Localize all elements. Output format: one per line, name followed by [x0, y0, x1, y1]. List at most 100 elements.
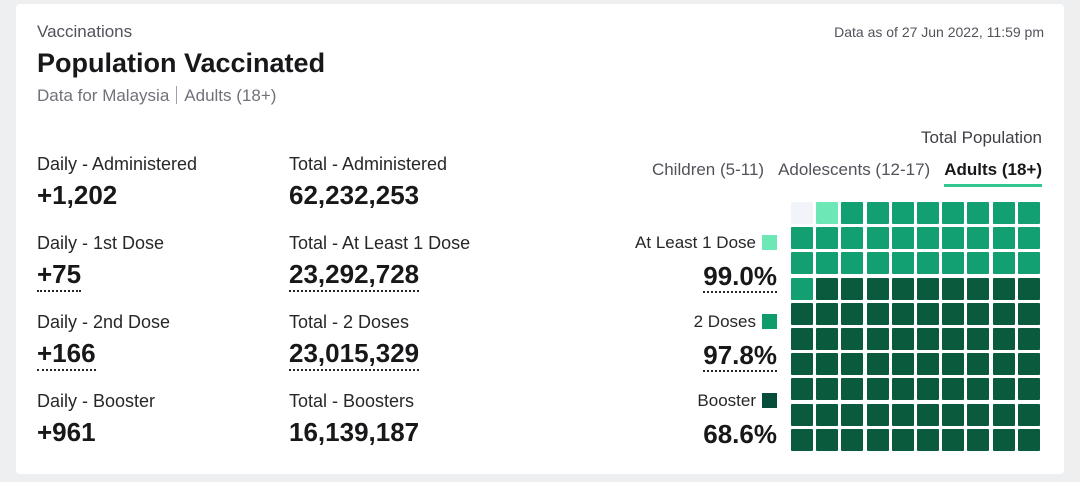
- waffle-cell-2-doses: [1017, 202, 1040, 224]
- waffle-cell-2-doses: [891, 202, 914, 224]
- stat-daily-booster: Daily - Booster +961: [37, 391, 155, 448]
- waffle-cell-booster: [942, 378, 965, 401]
- legend-at-least-1-dose: At Least 1 Dose 99.0%: [635, 233, 777, 293]
- stat-daily-2nd-dose: Daily - 2nd Dose +166: [37, 312, 170, 371]
- waffle-cell-2-doses: [992, 202, 1015, 224]
- waffle-cell-booster: [816, 428, 839, 451]
- waffle-cell-2-doses: [866, 202, 889, 224]
- waffle-cell-booster: [967, 428, 990, 451]
- waffle-cell-booster: [1017, 428, 1040, 451]
- legend-2-doses: 2 Doses 97.8%: [694, 312, 777, 372]
- waffle-cell-2-doses: [816, 227, 839, 250]
- waffle-cell-booster: [992, 353, 1015, 376]
- waffle-cell-booster: [916, 302, 939, 325]
- stat-label: Total - Boosters: [289, 391, 415, 411]
- stat-label: Daily - Administered: [37, 154, 198, 174]
- waffle-cell-booster: [841, 327, 864, 350]
- waffle-cell-booster: [967, 353, 990, 376]
- stat-label: Daily - Booster: [37, 391, 156, 411]
- waffle-cell-booster: [916, 277, 939, 300]
- waffle-cell-booster: [916, 378, 939, 401]
- waffle-cell-booster: [942, 327, 965, 350]
- waffle-cell-booster: [1017, 378, 1040, 401]
- waffle-cell-booster: [992, 403, 1015, 426]
- waffle-cell-booster: [866, 353, 889, 376]
- legend-value[interactable]: 99.0%: [703, 261, 777, 293]
- waffle-cell-2-doses: [967, 227, 990, 250]
- waffle-cell-2-doses: [916, 227, 939, 250]
- waffle-cell-2-doses: [967, 252, 990, 275]
- waffle-cell-booster: [916, 327, 939, 350]
- waffle-cell-booster: [967, 277, 990, 300]
- waffle-cell-2-doses: [916, 202, 939, 224]
- waffle-cell-2-doses: [1017, 227, 1040, 250]
- stat-label: Daily - 2nd Dose: [37, 312, 171, 332]
- waffle-cell-booster: [891, 353, 914, 376]
- waffle-cell-booster: [816, 378, 839, 401]
- waffle-cell-2-doses: [992, 227, 1015, 250]
- waffle-cell-booster: [891, 327, 914, 350]
- waffle-cell-booster: [891, 302, 914, 325]
- stat-label: Daily - 1st Dose: [37, 233, 165, 253]
- waffle-cell-booster: [891, 378, 914, 401]
- waffle-cell-booster: [791, 327, 813, 350]
- waffle-cell-2-doses: [841, 227, 864, 250]
- waffle-cell-booster: [866, 428, 889, 451]
- waffle-cell-2-doses: [967, 202, 990, 224]
- waffle-cell-booster: [816, 277, 839, 300]
- data-as-of: Data as of 27 Jun 2022, 11:59 pm: [834, 24, 1044, 40]
- waffle-cell-booster: [791, 302, 813, 325]
- waffle-cell-2-doses: [942, 202, 965, 224]
- stat-total-administered: Total - Administered 62,232,253: [289, 154, 447, 211]
- stat-label: Total - 2 Doses: [289, 312, 410, 332]
- stat-value[interactable]: +75: [37, 258, 82, 292]
- legend-value[interactable]: 97.8%: [703, 340, 777, 372]
- stat-daily-1st-dose: Daily - 1st Dose +75: [37, 233, 164, 292]
- waffle-cell-booster: [942, 277, 965, 300]
- waffle-cell-booster: [816, 302, 839, 325]
- waffle-cell-2-doses: [791, 277, 813, 300]
- waffle-cell-booster: [891, 277, 914, 300]
- waffle-cell-2-doses: [791, 252, 813, 275]
- waffle-cell-booster: [841, 428, 864, 451]
- waffle-cell-booster: [791, 403, 813, 426]
- waffle-cell-booster: [841, 403, 864, 426]
- stat-label: Total - At Least 1 Dose: [289, 233, 471, 253]
- stat-value: 62,232,253: [289, 180, 420, 210]
- waffle-cell-2-doses: [866, 252, 889, 275]
- subtitle-region: Data for Malaysia: [37, 86, 170, 105]
- waffle-cell-booster: [891, 428, 914, 451]
- waffle-cell-2-doses: [1017, 252, 1040, 275]
- waffle-chart: [791, 202, 1045, 454]
- waffle-cell-booster: [791, 428, 813, 451]
- waffle-cell-booster: [916, 353, 939, 376]
- waffle-cell-booster: [942, 353, 965, 376]
- tab-adults[interactable]: Adults (18+): [944, 160, 1042, 187]
- waffle-cell-2-doses: [891, 227, 914, 250]
- waffle-cell-booster: [841, 378, 864, 401]
- waffle-cell-unvaccinated: [791, 202, 813, 224]
- waffle-cell-2-doses: [916, 252, 939, 275]
- waffle-cell-booster: [841, 302, 864, 325]
- stat-value: +961: [37, 417, 96, 447]
- waffle-cell-booster: [891, 403, 914, 426]
- waffle-cell-2-doses: [891, 252, 914, 275]
- waffle-cell-2-doses: [992, 252, 1015, 275]
- population-tabs: Children (5-11) Adolescents (12-17) Adul…: [652, 160, 1042, 187]
- stat-value[interactable]: 23,015,329: [289, 337, 420, 371]
- stat-value[interactable]: +166: [37, 337, 96, 371]
- waffle-cell-2-doses: [942, 227, 965, 250]
- waffle-cell-booster: [816, 327, 839, 350]
- subtitle-group: Adults (18+): [184, 86, 277, 105]
- waffle-cell-booster: [992, 277, 1015, 300]
- waffle-cell-booster: [1017, 277, 1040, 300]
- waffle-cell-2-doses: [841, 252, 864, 275]
- waffle-cell-booster: [942, 403, 965, 426]
- stat-total-boosters: Total - Boosters 16,139,187: [289, 391, 419, 448]
- tab-adolescents[interactable]: Adolescents (12-17): [778, 160, 930, 187]
- tab-children[interactable]: Children (5-11): [652, 160, 764, 187]
- legend-label: At Least 1 Dose: [635, 233, 756, 252]
- stat-total-2-doses: Total - 2 Doses 23,015,329: [289, 312, 420, 371]
- waffle-cell-booster: [942, 302, 965, 325]
- stat-value[interactable]: 23,292,728: [289, 258, 420, 292]
